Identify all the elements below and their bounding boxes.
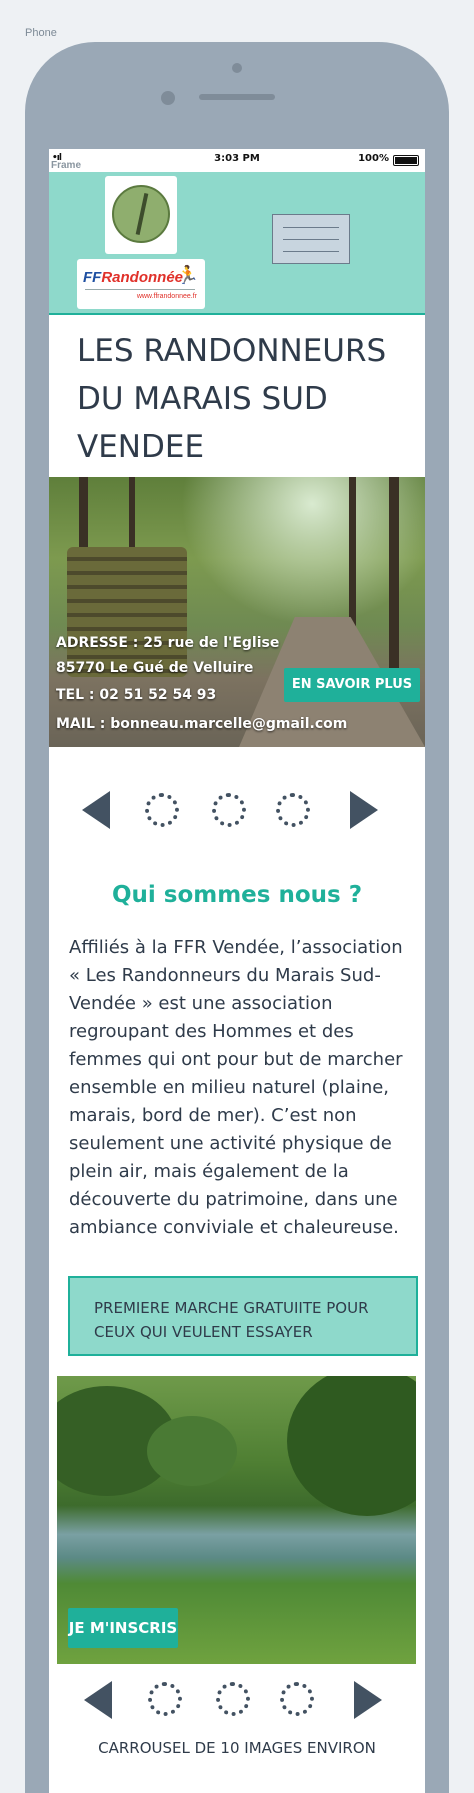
status-bar: •ıl 3:03 PM 100% Frame [49, 149, 425, 171]
ffrandonnee-logo[interactable]: FFRandonnée 🏃 www.ffrandonnee.fr [77, 259, 205, 309]
front-camera-icon [161, 91, 175, 105]
hero-address-line1: ADRESSE : 25 rue de l'Eglise [56, 635, 280, 651]
carousel-dot-1-icon[interactable] [145, 793, 179, 827]
ffr-logo-rule [85, 289, 195, 292]
frame-label: Frame [51, 160, 82, 171]
speaker-grille [199, 94, 275, 100]
hero-banner: ADRESSE : 25 rue de l'Eglise 85770 Le Gu… [49, 477, 425, 747]
phone-screen: •ıl 3:03 PM 100% Frame FFRandonnée 🏃 www… [49, 149, 425, 1793]
group-walk-photo: JE M'INSCRIS [57, 1376, 416, 1664]
canvas-label: Phone [25, 27, 57, 39]
carousel-dot-3-icon[interactable] [276, 793, 310, 827]
ffr-logo-url: www.ffrandonnee.fr [136, 293, 197, 300]
carousel-prev-icon[interactable] [82, 791, 110, 829]
hero-carousel-controls [49, 770, 425, 850]
about-heading: Qui sommes nous ? [111, 882, 363, 908]
hero-phone: TEL : 02 51 52 54 93 [56, 687, 217, 703]
camera-dot [232, 63, 242, 73]
runner-icon: 🏃 [176, 265, 199, 286]
carousel-dot-2-icon[interactable] [212, 793, 246, 827]
club-logo[interactable] [105, 176, 177, 254]
site-header: FFRandonnée 🏃 www.ffrandonnee.fr [49, 172, 425, 315]
log-pile-image [67, 547, 187, 677]
gallery-dot-3-icon[interactable] [280, 1682, 314, 1716]
battery-percent: 100% [358, 153, 389, 164]
carousel-caption: CARROUSEL DE 10 IMAGES ENVIRON [98, 1739, 376, 1757]
heron-emblem-icon [112, 185, 170, 243]
ffr-logo-wordmark: FFRandonnée [83, 269, 184, 286]
carousel-next-icon[interactable] [350, 791, 378, 829]
page-title: LES RANDONNEURS DU MARAIS SUD VENDEE [77, 333, 387, 465]
je-minscris-button[interactable]: JE M'INSCRIS [68, 1608, 178, 1648]
gallery-next-icon[interactable] [354, 1681, 382, 1719]
gallery-dot-2-icon[interactable] [216, 1682, 250, 1716]
free-walk-banner: PREMIERE MARCHE GRATUIITE POUR CEUX QUI … [68, 1276, 418, 1356]
gallery-dot-1-icon[interactable] [148, 1682, 182, 1716]
battery-icon [393, 155, 419, 166]
gallery-prev-icon[interactable] [84, 1681, 112, 1719]
about-text: Affiliés à la FFR Vendée, l’association … [69, 937, 403, 1238]
hamburger-menu-icon[interactable] [272, 214, 350, 264]
hero-address-line2: 85770 Le Gué de Velluire [56, 660, 254, 676]
hero-mail: MAIL : bonneau.marcelle@gmail.com [56, 716, 348, 732]
en-savoir-plus-button[interactable]: EN SAVOIR PLUS [284, 668, 420, 702]
